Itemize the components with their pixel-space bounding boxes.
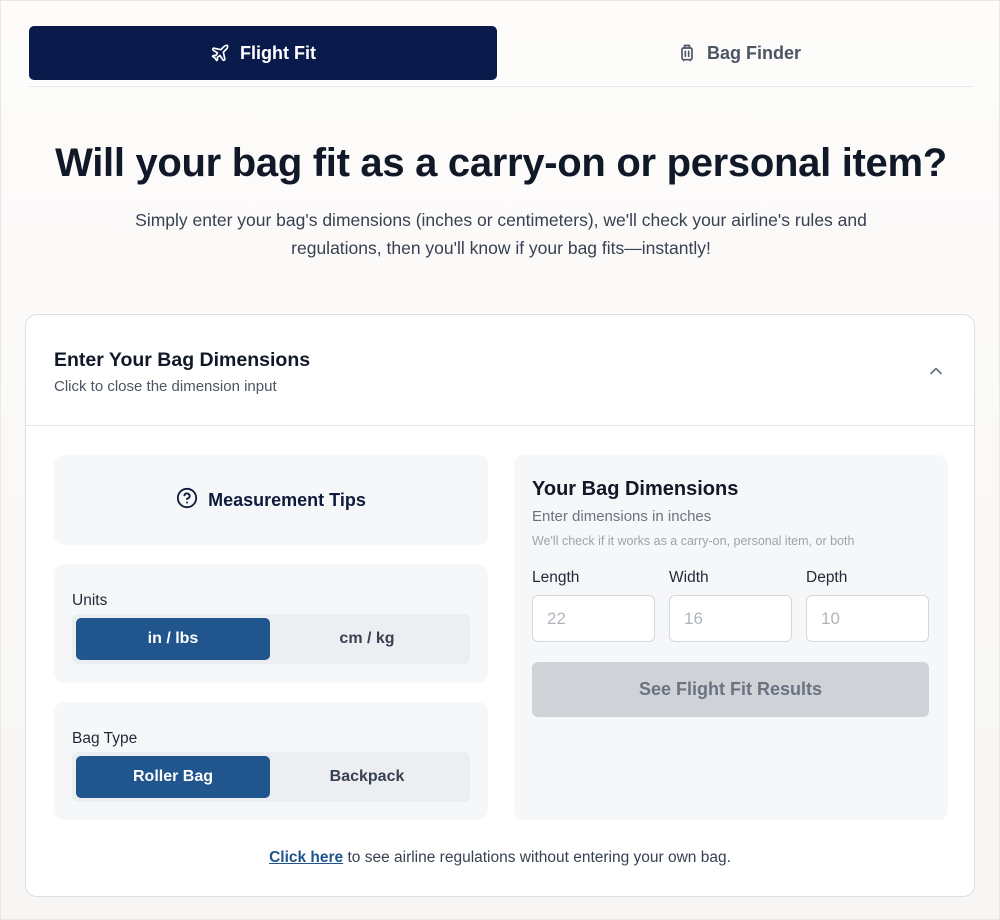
- depth-label: Depth: [806, 569, 848, 586]
- page-title: Will your bag fit as a carry-on or perso…: [55, 141, 947, 185]
- page: Flight Fit Bag Finder Will your bag fit …: [0, 0, 1000, 920]
- footer-rest-text: to see airline regulations without enter…: [343, 849, 731, 866]
- units-panel: Units in / lbs cm / kg: [54, 564, 488, 683]
- bag-type-option-roller-bag[interactable]: Roller Bag: [76, 756, 270, 798]
- chevron-up-icon[interactable]: [926, 361, 946, 386]
- tab-label: Flight Fit: [240, 42, 316, 63]
- card-subtitle: Click to close the dimension input: [54, 378, 277, 395]
- units-toggle: in / lbs cm / kg: [72, 614, 470, 664]
- tab-bar: Flight Fit Bag Finder: [29, 26, 973, 87]
- dimensions-note: We'll check if it works as a carry-on, p…: [532, 534, 855, 548]
- length-label: Length: [532, 569, 580, 586]
- see-results-button[interactable]: See Flight Fit Results: [532, 662, 929, 717]
- question-circle-icon: [176, 487, 198, 514]
- footer-text: Click here to see airline regulations wi…: [26, 849, 974, 867]
- card-title: Enter Your Bag Dimensions: [54, 349, 311, 371]
- bag-type-option-backpack[interactable]: Backpack: [270, 756, 464, 798]
- bag-dimensions-panel: Your Bag Dimensions Enter dimensions in …: [514, 455, 948, 820]
- units-label: Units: [72, 592, 108, 609]
- tab-bag-finder[interactable]: Bag Finder: [505, 26, 973, 80]
- depth-input[interactable]: [806, 595, 929, 642]
- luggage-icon: [677, 43, 697, 63]
- units-option-cm-kg[interactable]: cm / kg: [270, 618, 464, 660]
- bag-type-panel: Bag Type Roller Bag Backpack: [54, 702, 488, 820]
- dimensions-title: Your Bag Dimensions: [532, 478, 739, 500]
- length-field-group: Length: [532, 569, 655, 642]
- bag-type-label: Bag Type: [72, 730, 138, 747]
- width-label: Width: [669, 569, 709, 586]
- dimension-card-header[interactable]: Enter Your Bag Dimensions Click to close…: [26, 315, 974, 426]
- measurement-tips-button[interactable]: Measurement Tips: [54, 455, 488, 545]
- dimension-card: Enter Your Bag Dimensions Click to close…: [25, 314, 975, 897]
- measurement-tips-label: Measurement Tips: [208, 489, 366, 510]
- length-input[interactable]: [532, 595, 655, 642]
- airline-regulations-link[interactable]: Click here: [269, 849, 343, 866]
- plane-icon: [210, 43, 230, 63]
- width-input[interactable]: [669, 595, 792, 642]
- tab-label: Bag Finder: [706, 42, 801, 63]
- width-field-group: Width: [669, 569, 792, 642]
- tab-flight-fit[interactable]: Flight Fit: [29, 26, 497, 80]
- bag-type-toggle: Roller Bag Backpack: [72, 752, 470, 802]
- page-subtitle: Simply enter your bag's dimensions (inch…: [135, 210, 867, 258]
- depth-field-group: Depth: [806, 569, 929, 642]
- dimensions-subtitle: Enter dimensions in inches: [532, 508, 712, 525]
- units-option-in-lbs[interactable]: in / lbs: [76, 618, 270, 660]
